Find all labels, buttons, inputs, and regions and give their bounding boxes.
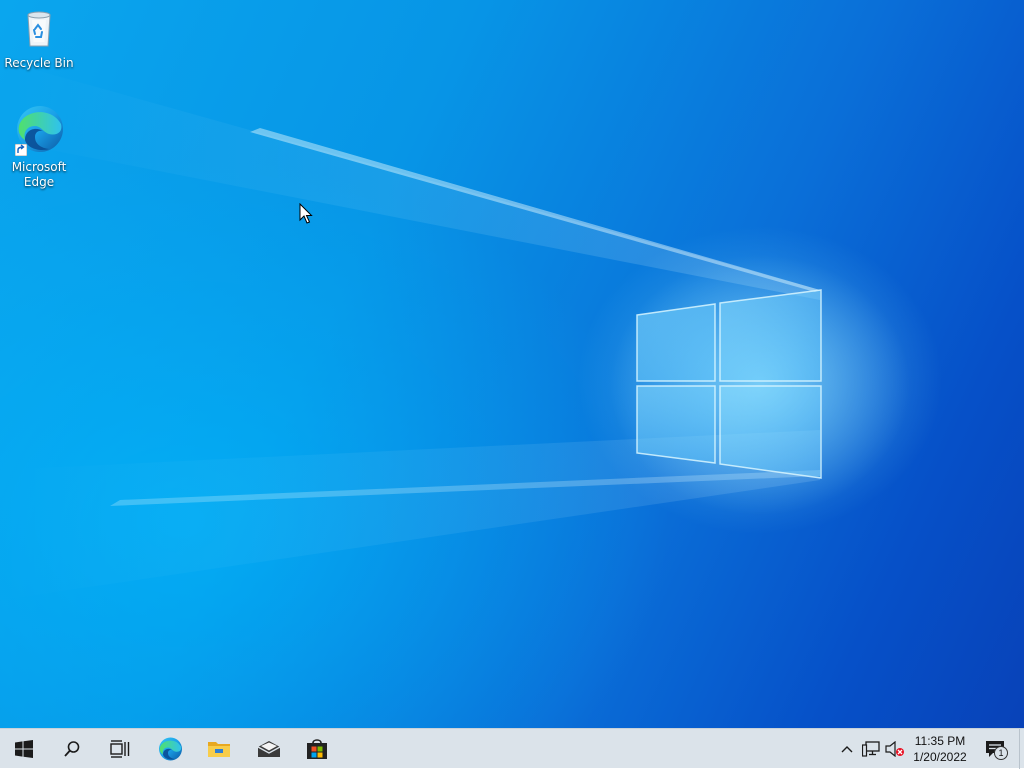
volume-muted-icon	[885, 741, 904, 757]
clock-time: 11:35 PM	[914, 734, 966, 748]
taskbar-edge-button[interactable]	[146, 729, 194, 769]
mail-icon	[257, 741, 281, 757]
shortcut-arrow-icon	[15, 144, 27, 156]
recycle-bin-icon	[2, 8, 76, 54]
desktop-icon-microsoft-edge[interactable]: Microsoft Edge	[2, 104, 76, 190]
desktop-icon-recycle-bin[interactable]: Recycle Bin	[2, 8, 76, 71]
windows-logo-icon	[15, 740, 33, 758]
notification-count-badge: 1	[994, 746, 1008, 760]
chevron-up-icon	[841, 746, 853, 753]
task-view-button[interactable]	[96, 729, 144, 769]
search-button[interactable]	[48, 729, 96, 769]
taskbar-clock[interactable]: 11:35 PM 1/20/2022	[904, 729, 976, 769]
wallpaper-windows-logo	[0, 60, 910, 600]
show-desktop-button[interactable]	[1019, 729, 1024, 769]
action-center-button[interactable]: 1	[978, 729, 1014, 769]
edge-icon	[159, 737, 182, 761]
taskbar: 11:35 PM 1/20/2022 1	[0, 728, 1024, 769]
desktop-icon-label: Recycle Bin	[4, 56, 74, 70]
store-button[interactable]	[293, 729, 341, 769]
network-icon	[862, 741, 880, 757]
task-view-icon	[110, 740, 130, 758]
edge-icon	[13, 104, 65, 158]
volume-button[interactable]	[884, 729, 906, 769]
start-button[interactable]	[0, 729, 48, 769]
desktop-icon-label: Microsoft Edge	[11, 160, 67, 189]
mouse-cursor-icon	[299, 203, 313, 224]
show-hidden-icons-button[interactable]	[836, 729, 858, 769]
file-explorer-button[interactable]	[195, 729, 243, 769]
desktop[interactable]: Recycle Bin Microsoft Edge	[0, 0, 1024, 728]
folder-icon	[208, 742, 230, 757]
search-icon	[64, 741, 80, 757]
store-icon	[307, 739, 327, 759]
clock-date: 1/20/2022	[913, 750, 967, 764]
mail-button[interactable]	[245, 729, 293, 769]
network-button[interactable]	[860, 729, 882, 769]
